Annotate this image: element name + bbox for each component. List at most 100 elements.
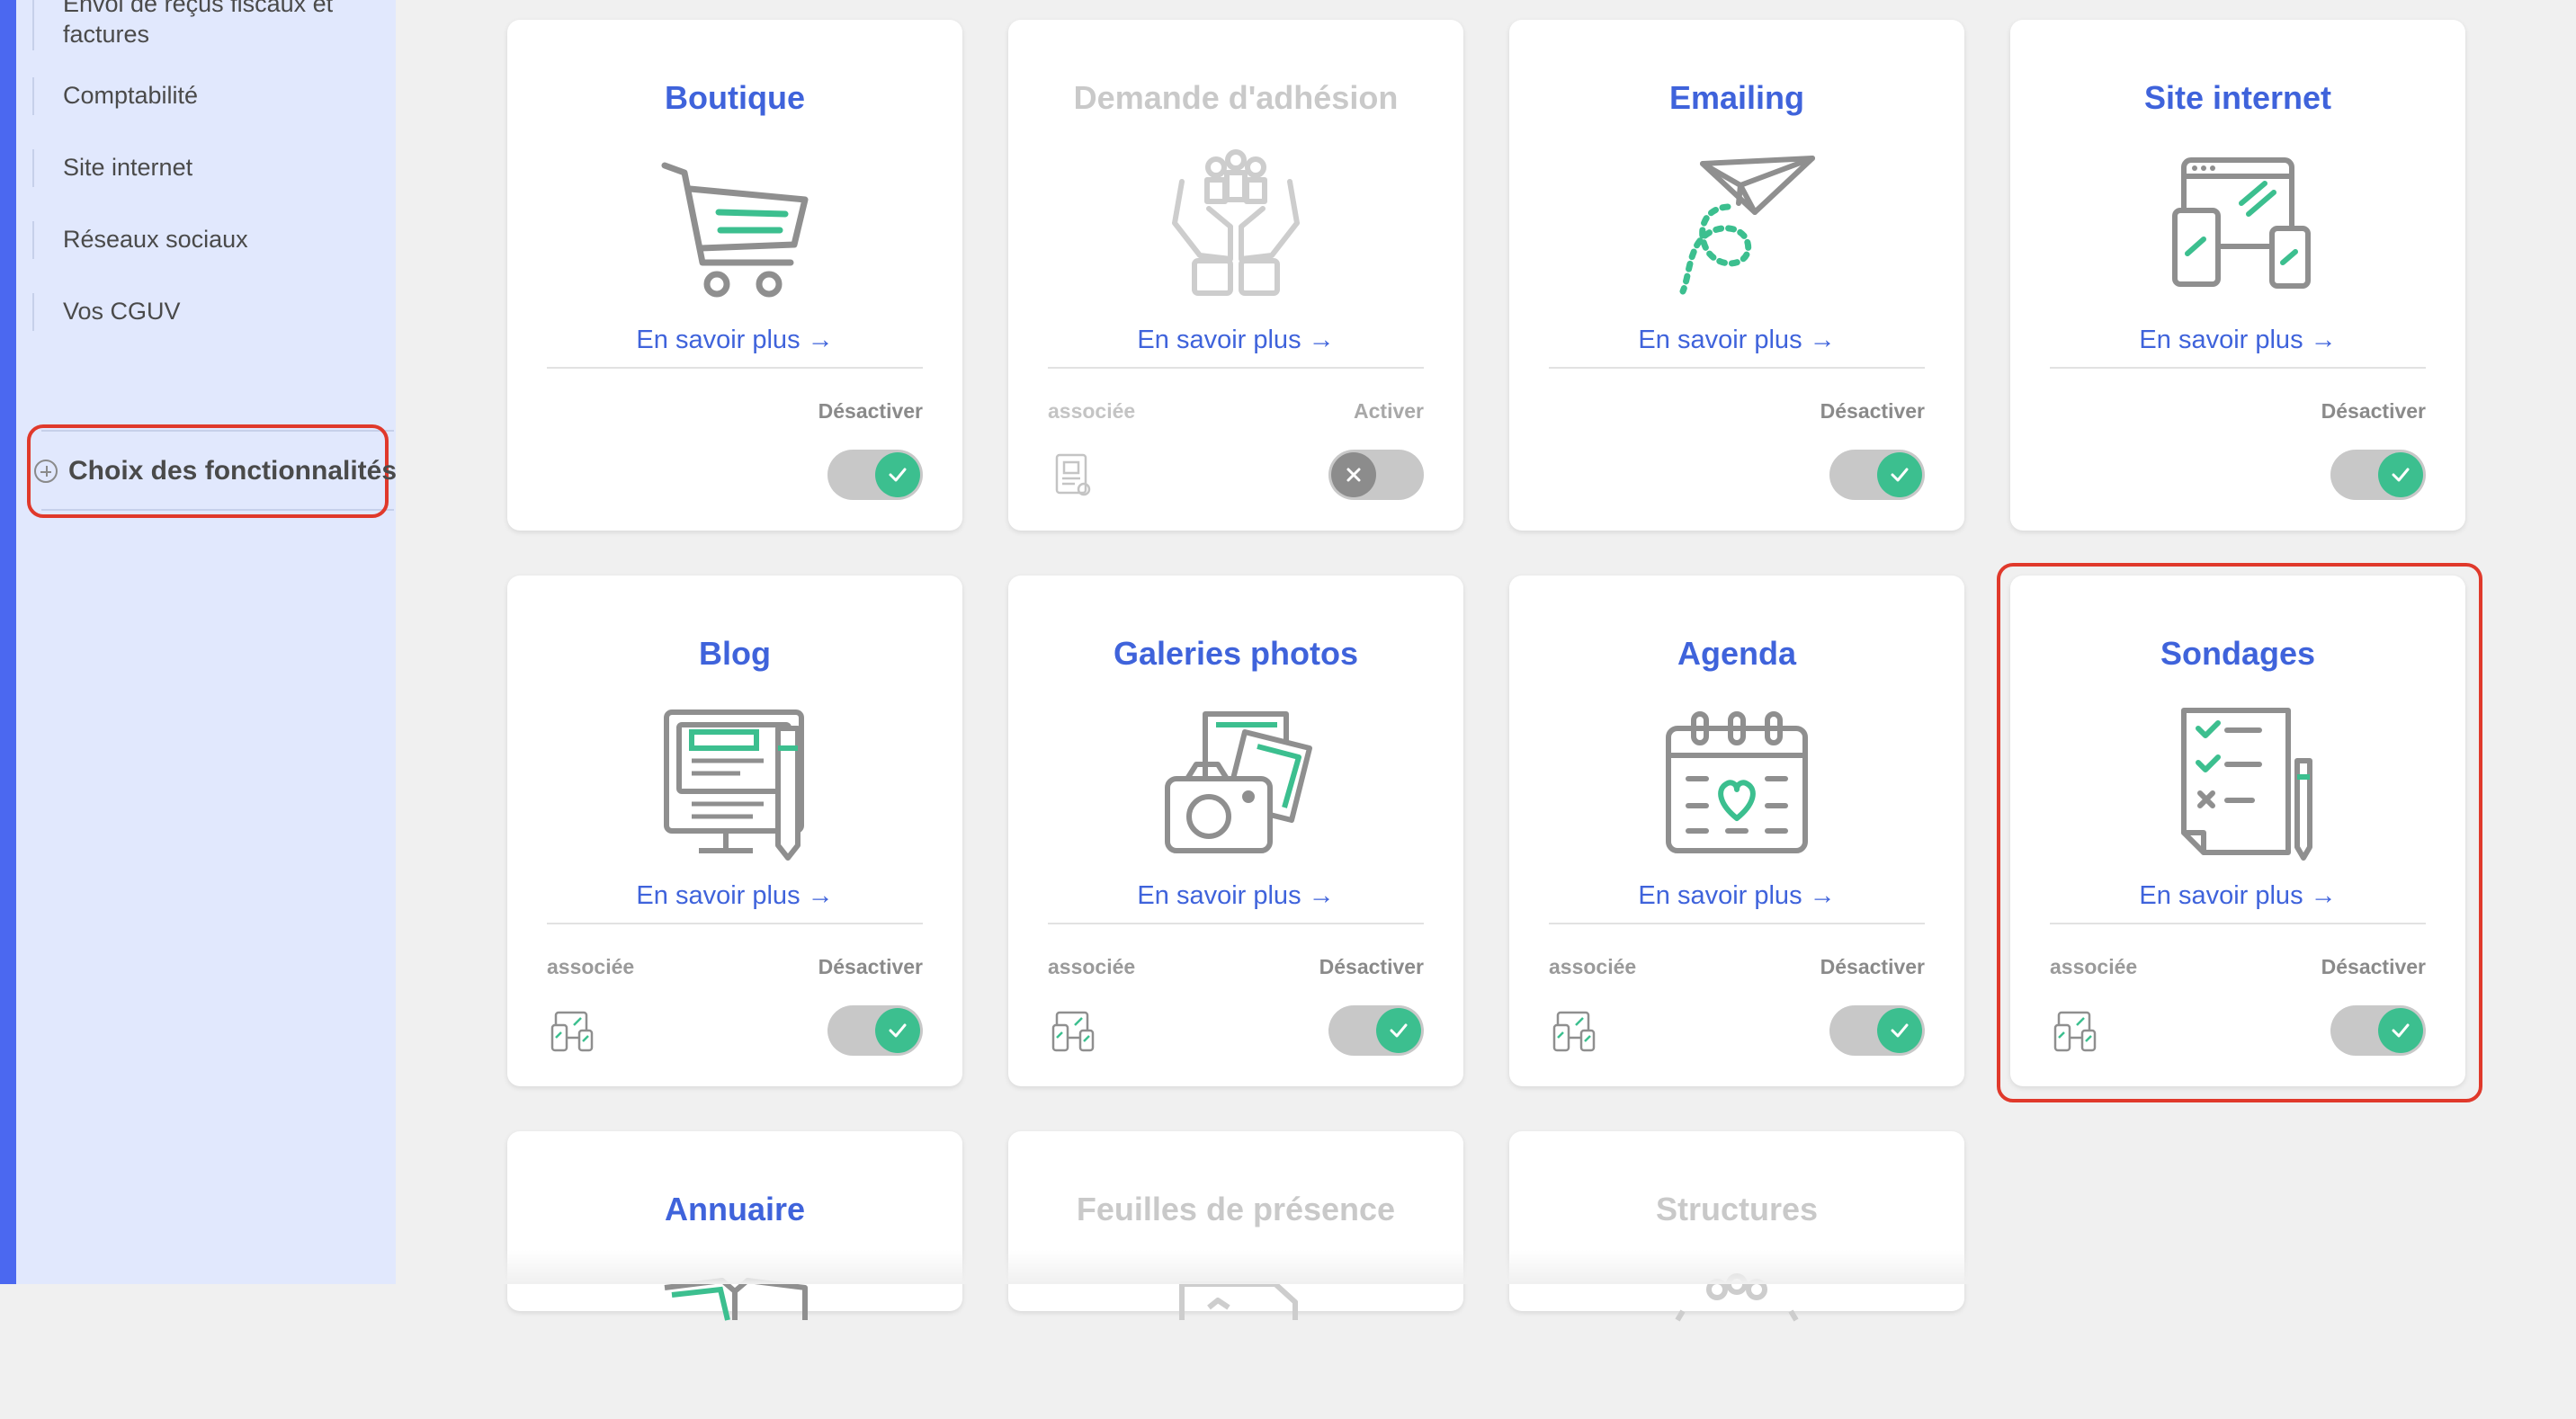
associated-label: associée — [547, 955, 635, 978]
check-icon — [889, 468, 907, 482]
devices-mini-icon — [1051, 1011, 1095, 1052]
feature-card-structures: Structures — [1509, 1131, 1964, 1322]
card-title: Blog — [699, 635, 771, 672]
sidebar-item-label: Vos CGUV — [63, 298, 181, 325]
sidebar: Envoi de reçus fiscaux et factures Compt… — [16, 0, 396, 1284]
sidebar-item-label: Réseaux sociaux — [63, 226, 248, 253]
toggle-knob — [875, 1008, 920, 1053]
learn-more-link[interactable]: En savoir plus → — [507, 881, 962, 911]
sidebar-item-cguv[interactable]: Vos CGUV — [16, 293, 376, 331]
sidebar-item-bar — [32, 149, 34, 187]
cart-icon — [661, 162, 809, 298]
choice-features-button[interactable]: Choix des fonctionnalités — [34, 451, 397, 491]
card-divider — [547, 923, 923, 924]
toggle-knob — [875, 452, 920, 497]
card-divider — [2050, 367, 2426, 369]
sidebar-item-receipts[interactable]: Envoi de reçus fiscaux et factures — [16, 0, 376, 50]
x-icon — [1346, 468, 1361, 482]
card-divider — [1549, 923, 1925, 924]
toggle-knob — [1877, 1008, 1922, 1053]
sidebar-item-bar — [32, 77, 34, 115]
sidebar-item-accounting[interactable]: Comptabilité — [16, 77, 376, 115]
feature-card-emailing: Emailing En savoir plus → Désactiver — [1509, 20, 1964, 531]
learn-more-link[interactable]: En savoir plus → — [507, 326, 962, 355]
calendar-icon — [1666, 711, 1808, 853]
toggle-knob — [2378, 452, 2423, 497]
arrow-right-icon: → — [1308, 326, 1335, 354]
associated-label: associée — [1048, 399, 1136, 423]
card-divider — [1048, 923, 1424, 924]
learn-more-label: En savoir plus — [1638, 881, 1802, 910]
feature-toggle[interactable] — [2330, 450, 2426, 500]
feature-card-site-internet: Site internet En savoir plus → Désactiver — [2010, 20, 2465, 531]
membership-form-icon — [1055, 453, 1091, 496]
learn-more-label: En savoir plus — [1137, 881, 1301, 910]
card-title: Agenda — [1677, 635, 1796, 672]
check-icon — [1891, 468, 1909, 482]
status-label: Désactiver — [818, 399, 923, 423]
sidebar-item-bar — [32, 293, 34, 331]
arrow-right-icon: → — [807, 326, 834, 354]
blog-icon — [664, 710, 804, 861]
check-icon — [889, 1023, 907, 1038]
feature-card-agenda: Agenda En savoir plus → associée Désactiv… — [1509, 576, 1964, 1086]
arrow-right-icon: → — [1809, 881, 1836, 910]
card-divider — [1048, 367, 1424, 369]
toggle-knob — [1331, 452, 1376, 497]
learn-more-label: En savoir plus — [1638, 326, 1802, 354]
check-icon — [1891, 1023, 1909, 1038]
feature-toggle[interactable] — [1328, 1005, 1424, 1056]
feature-card-annuaire: Annuaire — [507, 1131, 962, 1321]
feature-card-demande-adhesion: Demande d'adhésion En savoir plus → assoc… — [1008, 20, 1463, 531]
sidebar-item-label: Site internet — [63, 154, 193, 181]
camera-photos-icon — [1165, 711, 1312, 853]
card-divider — [1549, 367, 1925, 369]
devices-icon — [2172, 157, 2311, 289]
status-label: Désactiver — [2321, 399, 2426, 423]
learn-more-label: En savoir plus — [636, 326, 801, 354]
feature-toggle[interactable] — [827, 450, 923, 500]
feature-card-feuilles-presence: Feuilles de présence — [1008, 1131, 1463, 1320]
feature-toggle[interactable] — [1829, 450, 1925, 500]
highlight-box — [1997, 563, 2482, 1102]
arrow-right-icon: → — [2310, 326, 2337, 354]
feature-toggle[interactable] — [827, 1005, 923, 1056]
card-title: Annuaire — [664, 1191, 806, 1227]
choice-features-label: Choix des fonctionnalités — [68, 456, 398, 486]
hands-people-icon — [1172, 149, 1300, 296]
card-title: Emailing — [1668, 79, 1805, 116]
card-title: Structures — [1655, 1191, 1819, 1227]
sidebar-item-bar — [32, 221, 34, 259]
arrow-right-icon: → — [1308, 881, 1335, 910]
learn-more-label: En savoir plus — [636, 881, 801, 910]
sidebar-accent-strip — [0, 0, 16, 1284]
learn-more-link[interactable]: En savoir plus → — [1008, 881, 1463, 911]
feature-toggle[interactable] — [1829, 1005, 1925, 1056]
feature-card-boutique: Boutique En savoir plus → Désactiver — [507, 20, 962, 531]
associated-label: associée — [1549, 955, 1637, 978]
card-divider — [547, 367, 923, 369]
learn-more-link[interactable]: En savoir plus → — [2010, 326, 2465, 355]
card-title: Site internet — [2143, 79, 2332, 116]
sidebar-item-website[interactable]: Site internet — [16, 149, 376, 187]
learn-more-link[interactable]: En savoir plus → — [1509, 881, 1964, 911]
card-title: Galeries photos — [1113, 635, 1359, 672]
status-label: Activer — [1354, 399, 1424, 423]
learn-more-label: En savoir plus — [2139, 326, 2303, 354]
status-label: Désactiver — [1820, 399, 1925, 423]
card-title: Demande d'adhésion — [1073, 79, 1399, 116]
bottom-fade — [396, 1250, 2576, 1284]
sidebar-item-social[interactable]: Réseaux sociaux — [16, 221, 376, 259]
learn-more-link[interactable]: En savoir plus → — [1509, 326, 1964, 355]
plus-circle-icon — [34, 460, 58, 483]
card-title: Boutique — [665, 79, 805, 116]
learn-more-link[interactable]: En savoir plus → — [1008, 326, 1463, 355]
card-title: Feuilles de présence — [1076, 1191, 1396, 1227]
paper-plane-icon — [1679, 156, 1815, 295]
learn-more-label: En savoir plus — [1137, 326, 1301, 354]
status-label: Désactiver — [1820, 955, 1925, 978]
sidebar-item-label: Comptabilité — [63, 82, 199, 109]
devices-mini-icon — [550, 1011, 594, 1052]
toggle-knob — [1877, 452, 1922, 497]
feature-toggle[interactable] — [1328, 450, 1424, 500]
